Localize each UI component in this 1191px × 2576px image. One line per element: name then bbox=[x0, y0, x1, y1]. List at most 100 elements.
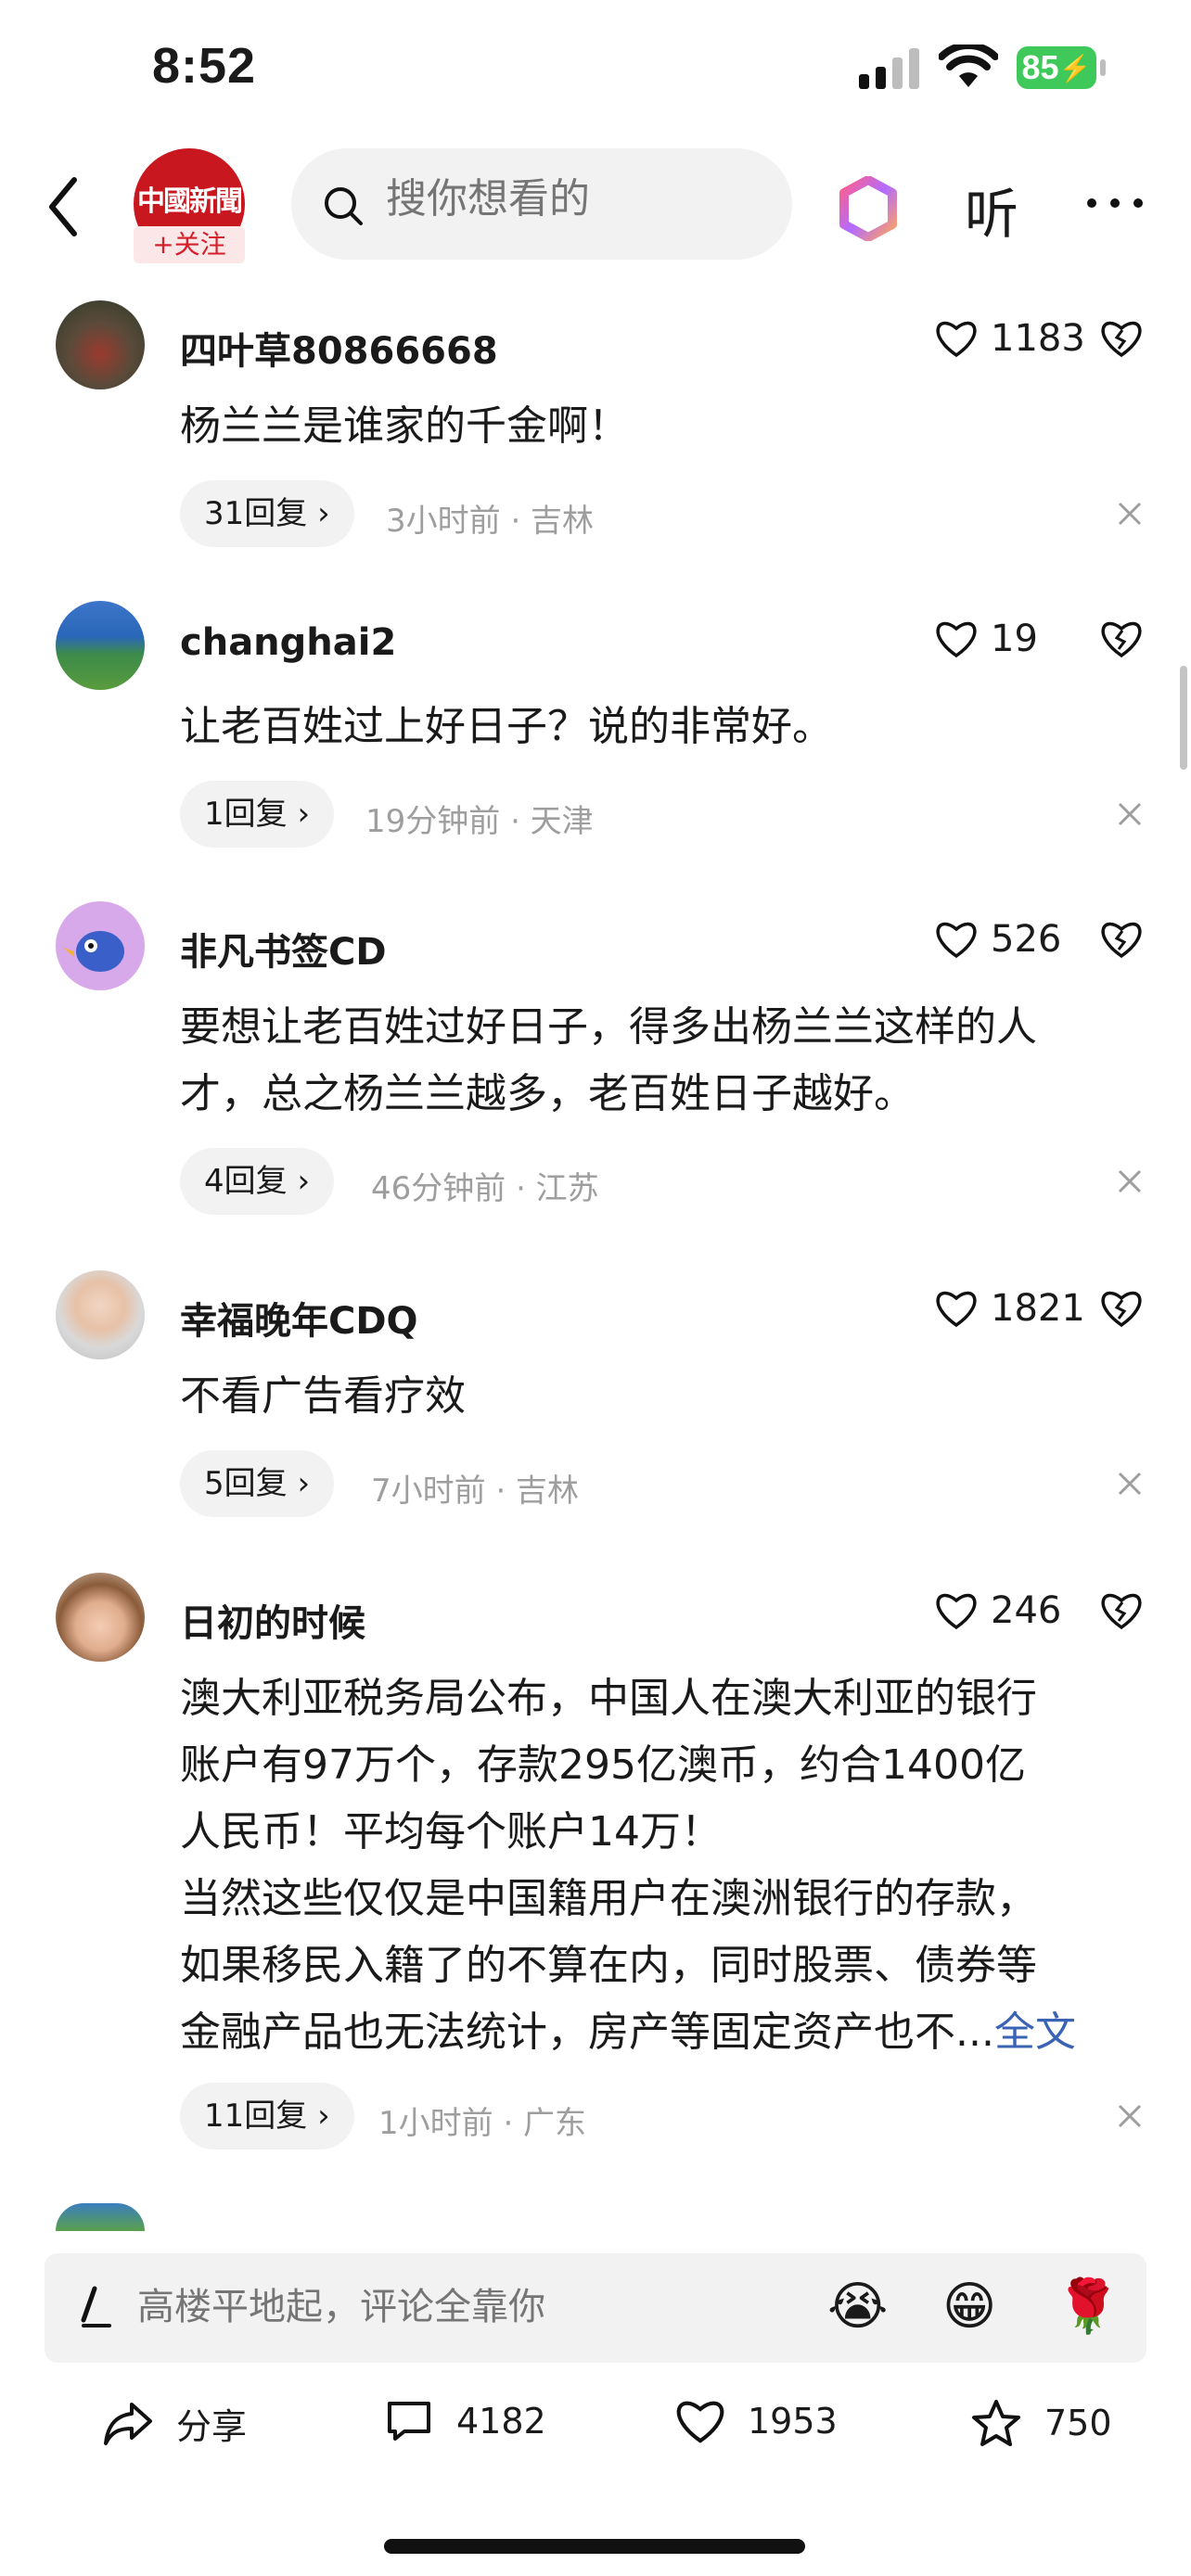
comment-text: 杨兰兰是谁家的千金啊！ bbox=[180, 393, 1145, 460]
scrollbar[interactable] bbox=[1180, 666, 1187, 770]
comment-meta: 7小时前 · 吉林 bbox=[371, 1473, 580, 1510]
status-time: 8:52 bbox=[152, 38, 257, 94]
avatar[interactable] bbox=[56, 601, 145, 690]
comment-text: 让老百姓过上好日子？说的非常好。 bbox=[180, 694, 1145, 760]
avatar[interactable] bbox=[56, 2203, 145, 2231]
comment-text-fragment: 金融产品也无法统计，房产等固定资产也不... bbox=[180, 2009, 994, 2056]
like-button[interactable]: 526 bbox=[935, 918, 1061, 961]
battery-tip bbox=[1100, 59, 1106, 76]
comments-button[interactable]: 4182 bbox=[384, 2398, 546, 2444]
dislike-icon[interactable] bbox=[1100, 619, 1143, 658]
publisher-avatar[interactable]: 中國新聞 +关注 bbox=[134, 148, 245, 263]
avatar[interactable] bbox=[56, 300, 145, 389]
likes-count: 1953 bbox=[748, 2401, 838, 2442]
like-button[interactable]: 19 bbox=[935, 618, 1038, 660]
like-button[interactable]: 1183 bbox=[935, 317, 1085, 360]
heart-icon bbox=[936, 321, 977, 358]
chevron-right-icon: › bbox=[317, 2098, 330, 2135]
comment-text: 要想让老百姓过好日子，得多出杨兰兰这样的人 才，总之杨兰兰越多，老百姓日子越好。 bbox=[180, 994, 1145, 1128]
close-icon[interactable] bbox=[1117, 1471, 1143, 1497]
search-bar[interactable] bbox=[291, 148, 792, 260]
favorites-count: 750 bbox=[1044, 2403, 1112, 2443]
comment-meta: 46分钟前 · 江苏 bbox=[371, 1170, 599, 1207]
replies-button[interactable]: 5回复 › bbox=[180, 1450, 335, 1517]
home-indicator[interactable] bbox=[384, 2539, 805, 2554]
close-icon[interactable] bbox=[1117, 1168, 1143, 1194]
bottom-action-bar: 分享 4182 1953 750 bbox=[0, 2374, 1191, 2485]
comment-text-line: 杨兰兰是谁家的千金啊！ bbox=[180, 402, 629, 450]
comment-username[interactable]: 四叶草80866668 bbox=[180, 321, 498, 375]
pen-icon bbox=[81, 2286, 111, 2327]
comment-text-line: 要想让老百姓过好日子，得多出杨兰兰这样的人 bbox=[180, 1003, 1037, 1051]
comment-text-line: 澳大利亚税务局公布，中国人在澳大利亚的银行 bbox=[180, 1675, 1037, 1722]
comment-text-line: 不看广告看疗效 bbox=[180, 1372, 466, 1420]
dislike-icon[interactable] bbox=[1100, 1591, 1143, 1630]
star-icon bbox=[972, 2400, 1020, 2446]
comments-count: 4182 bbox=[456, 2401, 546, 2442]
heart-icon bbox=[936, 922, 977, 959]
comment-composer[interactable]: 😭 😁 🌹 bbox=[45, 2253, 1146, 2363]
avatar[interactable] bbox=[56, 1573, 145, 1662]
follow-button[interactable]: +关注 bbox=[134, 226, 245, 263]
search-input[interactable] bbox=[384, 174, 777, 223]
comment-input[interactable] bbox=[135, 2285, 788, 2329]
avatar[interactable] bbox=[56, 1270, 145, 1359]
replies-button[interactable]: 31回复 › bbox=[180, 480, 354, 547]
like-button[interactable]: 1821 bbox=[935, 1287, 1085, 1330]
dislike-icon[interactable] bbox=[1100, 319, 1143, 358]
wifi-icon bbox=[939, 45, 998, 87]
comment-meta: 3小时前 · 吉林 bbox=[386, 503, 595, 540]
heart-icon bbox=[936, 1593, 977, 1630]
dislike-icon[interactable] bbox=[1100, 1289, 1143, 1328]
battery-level: 85 bbox=[1021, 48, 1059, 86]
comment-icon bbox=[388, 2402, 430, 2441]
more-icon[interactable] bbox=[1085, 197, 1145, 210]
rose-emoji-icon[interactable]: 🌹 bbox=[1056, 2274, 1121, 2340]
replies-label: 31回复 bbox=[204, 495, 308, 532]
replies-button[interactable]: 4回复 › bbox=[180, 1148, 335, 1215]
comment-meta: 19分钟前 · 天津 bbox=[365, 803, 594, 840]
comment-username[interactable]: 幸福晚年CDQ bbox=[180, 1291, 418, 1345]
like-count: 246 bbox=[991, 1589, 1062, 1632]
full-text-link[interactable]: 全文 bbox=[994, 2009, 1076, 2056]
search-icon bbox=[325, 187, 363, 225]
share-icon bbox=[104, 2402, 152, 2445]
close-icon[interactable] bbox=[1117, 2103, 1143, 2129]
comment-username[interactable]: changhai2 bbox=[180, 621, 396, 664]
cartoon-bird-icon bbox=[63, 931, 124, 972]
chevron-right-icon: › bbox=[297, 1465, 311, 1502]
top-nav: 中國新聞 +关注 听 bbox=[0, 139, 1191, 278]
like-button[interactable]: 246 bbox=[935, 1589, 1061, 1632]
like-count: 526 bbox=[991, 918, 1062, 961]
replies-label: 5回复 bbox=[204, 1465, 288, 1502]
signal-icon bbox=[859, 48, 919, 89]
favorite-button[interactable]: 750 bbox=[970, 2398, 1112, 2448]
listen-button[interactable]: 听 bbox=[965, 171, 1018, 249]
crying-emoji-icon[interactable]: 😭 bbox=[827, 2274, 888, 2340]
chevron-right-icon: › bbox=[317, 495, 330, 532]
heart-icon bbox=[936, 621, 977, 658]
grin-emoji-icon[interactable]: 😁 bbox=[942, 2274, 996, 2340]
comment-username[interactable]: 非凡书签CD bbox=[180, 922, 387, 976]
comment-text-line: 让老百姓过上好日子？说的非常好。 bbox=[180, 703, 833, 750]
replies-label: 4回复 bbox=[204, 1163, 288, 1200]
comment-text-line: 如果移民入籍了的不算在内，同时股票、债券等 bbox=[180, 1942, 1037, 1989]
ai-assistant-icon[interactable] bbox=[839, 176, 898, 241]
share-button[interactable]: 分享 bbox=[102, 2398, 247, 2449]
replies-button[interactable]: 11回复 › bbox=[180, 2083, 354, 2149]
like-article-button[interactable]: 1953 bbox=[675, 2398, 838, 2444]
dislike-icon[interactable] bbox=[1100, 920, 1143, 959]
heart-icon bbox=[936, 1291, 977, 1328]
comment-username[interactable]: 日初的时候 bbox=[180, 1593, 365, 1647]
comment-text-line: 才，总之杨兰兰越多，老百姓日子越好。 bbox=[180, 1070, 915, 1117]
avatar[interactable] bbox=[56, 901, 145, 990]
replies-button[interactable]: 1回复 › bbox=[180, 781, 335, 848]
share-label: 分享 bbox=[176, 2406, 248, 2447]
back-arrow-icon[interactable] bbox=[45, 174, 82, 239]
replies-label: 1回复 bbox=[204, 796, 288, 833]
comment-text: 不看广告看疗效 bbox=[180, 1363, 1145, 1430]
chevron-right-icon: › bbox=[297, 796, 311, 833]
like-count: 1821 bbox=[991, 1287, 1085, 1330]
close-icon[interactable] bbox=[1117, 801, 1143, 827]
close-icon[interactable] bbox=[1117, 501, 1143, 527]
